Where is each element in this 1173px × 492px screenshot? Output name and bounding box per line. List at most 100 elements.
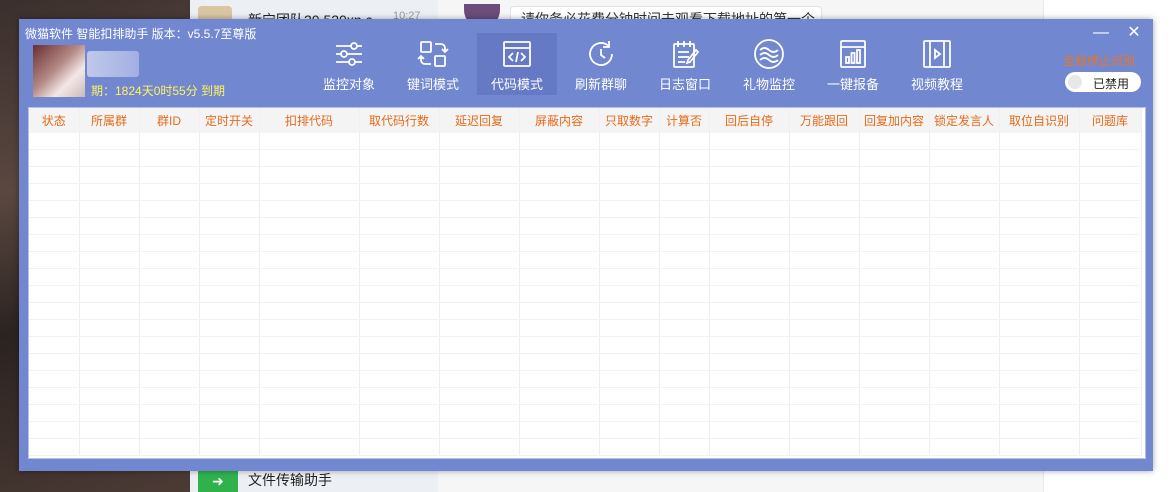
table-cell[interactable]: [859, 149, 930, 167]
table-cell[interactable]: [659, 285, 710, 303]
table-cell[interactable]: [859, 370, 930, 388]
table-cell[interactable]: [439, 387, 520, 405]
table-cell[interactable]: [999, 234, 1080, 252]
column-header[interactable]: 延迟回复: [439, 108, 520, 133]
table-cell[interactable]: [79, 302, 140, 320]
table-cell[interactable]: [789, 133, 860, 150]
table-cell[interactable]: [199, 302, 260, 320]
table-cell[interactable]: [789, 200, 860, 218]
column-header[interactable]: 锁定发言人: [929, 108, 1000, 133]
table-cell[interactable]: [519, 336, 600, 354]
table-cell[interactable]: [659, 251, 710, 269]
table-cell[interactable]: [859, 353, 930, 371]
table-cell[interactable]: [1079, 217, 1142, 235]
table-cell[interactable]: [79, 268, 140, 286]
tool-keyword-mode[interactable]: 键词模式: [393, 33, 473, 95]
table-cell[interactable]: [439, 268, 520, 286]
table-row[interactable]: [29, 353, 1142, 371]
table-cell[interactable]: [199, 387, 260, 405]
table-cell[interactable]: [709, 133, 790, 150]
table-cell[interactable]: [199, 336, 260, 354]
column-header[interactable]: 取代码行数: [359, 108, 440, 133]
table-cell[interactable]: [29, 302, 80, 320]
table-cell[interactable]: [929, 353, 1000, 371]
table-row[interactable]: [29, 217, 1142, 235]
table-cell[interactable]: [79, 234, 140, 252]
table-cell[interactable]: [599, 421, 660, 439]
table-cell[interactable]: [359, 421, 440, 439]
table-cell[interactable]: [999, 404, 1080, 422]
table-cell[interactable]: [999, 200, 1080, 218]
table-cell[interactable]: [859, 234, 930, 252]
table-cell[interactable]: [999, 133, 1080, 150]
table-cell[interactable]: [929, 251, 1000, 269]
table-cell[interactable]: [139, 353, 200, 371]
table-cell[interactable]: [709, 438, 790, 456]
table-cell[interactable]: [709, 370, 790, 388]
table-cell[interactable]: [519, 251, 600, 269]
table-cell[interactable]: [599, 438, 660, 456]
table-cell[interactable]: [659, 370, 710, 388]
table-cell[interactable]: [929, 268, 1000, 286]
table-row[interactable]: [29, 149, 1142, 167]
table-cell[interactable]: [79, 149, 140, 167]
table-cell[interactable]: [1079, 421, 1142, 439]
minimize-button[interactable]: —: [1089, 23, 1113, 43]
table-cell[interactable]: [859, 336, 930, 354]
table-cell[interactable]: [359, 217, 440, 235]
table-cell[interactable]: [79, 438, 140, 456]
table-cell[interactable]: [259, 404, 360, 422]
table-cell[interactable]: [519, 234, 600, 252]
table-cell[interactable]: [659, 438, 710, 456]
table-cell[interactable]: [259, 336, 360, 354]
table-cell[interactable]: [519, 268, 600, 286]
table-cell[interactable]: [1079, 149, 1142, 167]
table-cell[interactable]: [29, 268, 80, 286]
table-cell[interactable]: [599, 353, 660, 371]
table-cell[interactable]: [789, 353, 860, 371]
table-cell[interactable]: [139, 166, 200, 184]
column-header[interactable]: 定时开关: [199, 108, 260, 133]
table-cell[interactable]: [139, 133, 200, 150]
table-cell[interactable]: [929, 234, 1000, 252]
table-cell[interactable]: [929, 421, 1000, 439]
table-cell[interactable]: [789, 268, 860, 286]
table-cell[interactable]: [359, 404, 440, 422]
table-cell[interactable]: [859, 251, 930, 269]
table-cell[interactable]: [859, 319, 930, 337]
table-cell[interactable]: [929, 133, 1000, 150]
table-cell[interactable]: [789, 319, 860, 337]
table-cell[interactable]: [789, 404, 860, 422]
table-cell[interactable]: [29, 353, 80, 371]
table-cell[interactable]: [599, 133, 660, 150]
table-cell[interactable]: [259, 387, 360, 405]
table-cell[interactable]: [519, 183, 600, 201]
table-cell[interactable]: [29, 387, 80, 405]
table-cell[interactable]: [29, 285, 80, 303]
table-row[interactable]: [29, 200, 1142, 218]
column-header[interactable]: 取位自识别: [999, 108, 1080, 133]
table-cell[interactable]: [659, 166, 710, 184]
table-cell[interactable]: [709, 404, 790, 422]
table-cell[interactable]: [789, 336, 860, 354]
table-cell[interactable]: [519, 166, 600, 184]
table-cell[interactable]: [439, 166, 520, 184]
table-cell[interactable]: [259, 353, 360, 371]
table-cell[interactable]: [259, 438, 360, 456]
table-cell[interactable]: [439, 251, 520, 269]
column-header[interactable]: 扣排代码: [259, 108, 360, 133]
table-cell[interactable]: [439, 438, 520, 456]
table-cell[interactable]: [859, 302, 930, 320]
table-cell[interactable]: [789, 217, 860, 235]
table-cell[interactable]: [999, 438, 1080, 456]
table-cell[interactable]: [709, 285, 790, 303]
table-cell[interactable]: [439, 404, 520, 422]
table-cell[interactable]: [1079, 404, 1142, 422]
table-cell[interactable]: [29, 217, 80, 235]
table-cell[interactable]: [999, 217, 1080, 235]
table-cell[interactable]: [79, 370, 140, 388]
table-cell[interactable]: [79, 421, 140, 439]
table-cell[interactable]: [659, 319, 710, 337]
table-cell[interactable]: [929, 404, 1000, 422]
table-cell[interactable]: [789, 370, 860, 388]
